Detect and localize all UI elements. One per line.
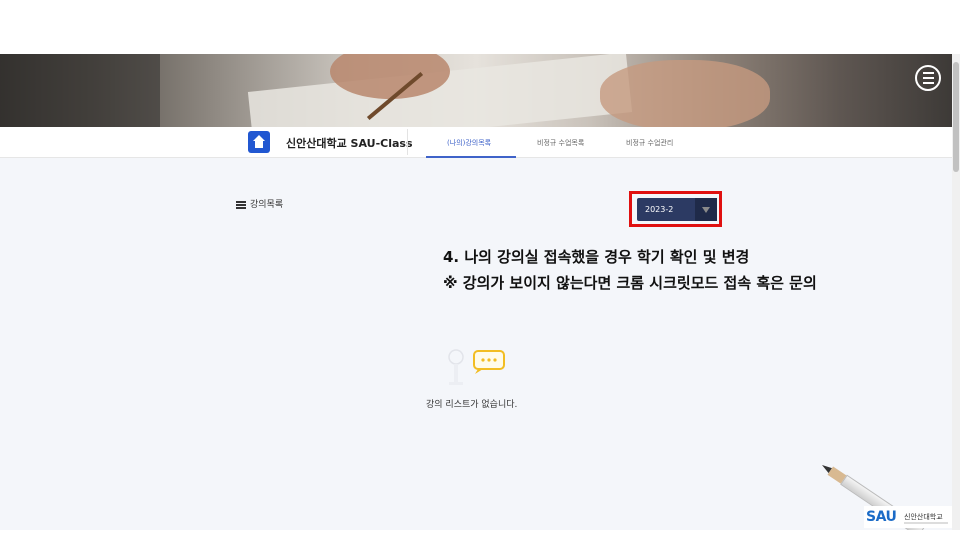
tab-irregular-course-management[interactable]: 비정규 수업관리 [626, 138, 673, 148]
header-banner-image [0, 54, 952, 127]
scrollbar[interactable] [952, 54, 960, 530]
brand-logo-mark: SAU [866, 509, 897, 525]
list-icon [236, 200, 246, 209]
course-list-heading: 강의목록 [236, 197, 283, 210]
semester-select[interactable]: 2023-2 [637, 198, 717, 221]
chat-bubble-icon [448, 349, 505, 385]
site-title[interactable]: 신안산대학교 SAU-Class [286, 135, 413, 151]
nav-divider [407, 129, 408, 155]
bottom-strip [0, 530, 960, 540]
annotation-line-2: ※ 강의가 보이지 않는다면 크롬 시크릿모드 접속 혹은 문의 [443, 274, 817, 292]
semester-select-value: 2023-2 [645, 205, 674, 214]
empty-state-message: 강의 리스트가 없습니다. [426, 400, 518, 410]
annotation-line-1: 4. 나의 강의실 접속했을 경우 학기 확인 및 변경 [443, 248, 750, 266]
brand-logo: SAU 신안산대학교 [864, 506, 952, 528]
course-list-heading-label: 강의목록 [250, 200, 284, 210]
top-navigation: 신안산대학교 SAU-Class (나의)강의목록 비정규 수업목록 비정규 수… [0, 127, 952, 158]
main-content [0, 158, 952, 530]
home-icon[interactable] [248, 131, 270, 153]
tab-irregular-course-list[interactable]: 비정규 수업목록 [537, 138, 584, 148]
chevron-down-icon[interactable] [695, 198, 717, 221]
page: 신안산대학교 SAU-Class (나의)강의목록 비정규 수업목록 비정규 수… [0, 0, 960, 540]
tab-my-courses[interactable]: (나의)강의목록 [447, 138, 491, 148]
hamburger-menu-icon[interactable] [915, 65, 941, 91]
brand-name: 신안산대학교 [904, 513, 943, 521]
